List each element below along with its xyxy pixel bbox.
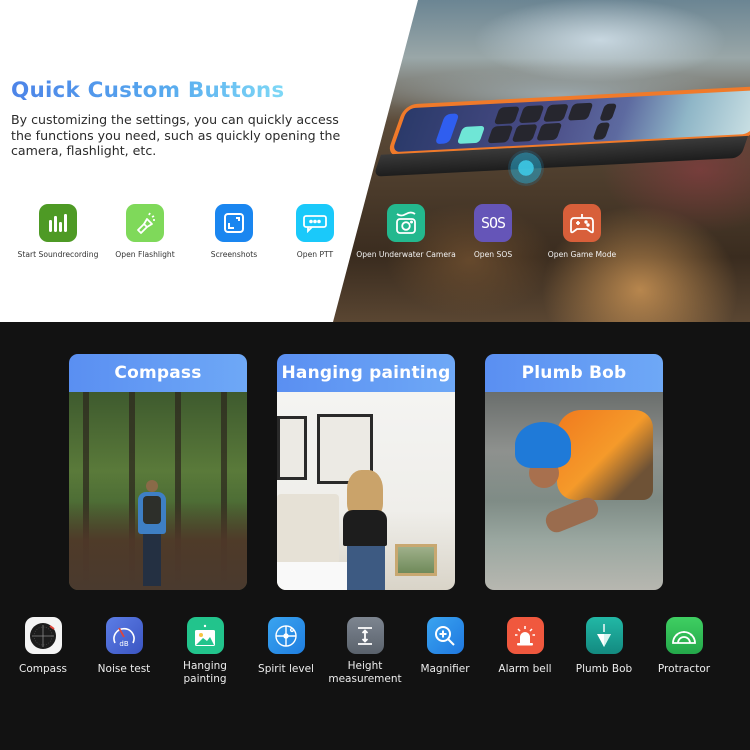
feature-card-compass: Compass: [69, 354, 247, 590]
tool-label: Alarm bell: [498, 663, 552, 675]
tool-noise-test[interactable]: dB Noise test: [79, 617, 169, 676]
gamepad-icon: [563, 204, 601, 242]
custom-button-highlight-icon: [508, 150, 544, 186]
tool-magnifier[interactable]: Magnifier: [400, 617, 490, 676]
control-tile: [542, 103, 570, 122]
tool-protractor[interactable]: Protractor: [639, 617, 729, 676]
sound-recording-icon: [39, 204, 77, 242]
quick-button-game-mode: Open Game Mode: [522, 204, 642, 259]
woman-figure-top: [343, 510, 387, 546]
tool-label: Compass: [18, 663, 68, 675]
flashlight-icon: [126, 204, 164, 242]
tool-label: Magnifier: [420, 663, 470, 675]
screenshot-icon: [215, 204, 253, 242]
control-tile: [536, 122, 563, 141]
quick-custom-buttons-section: Quick Custom Buttons By customizing the …: [0, 0, 750, 322]
sos-icon: SOS: [474, 204, 512, 242]
worker-safety-vest: [557, 410, 653, 500]
tool-label: Noise test: [97, 663, 151, 675]
control-tile: [592, 122, 611, 140]
feature-card-title: Hanging painting: [277, 354, 455, 392]
hiker-in-forest-photo: [69, 392, 247, 590]
hiker-figure: [136, 480, 166, 590]
woman-hanging-frames-photo: [277, 392, 455, 590]
construction-worker-photo: [485, 392, 663, 590]
control-tile: [567, 102, 594, 121]
quick-button-label: Open Game Mode: [547, 250, 617, 259]
plumb-bob-icon: [585, 617, 623, 654]
headboard: [277, 494, 339, 564]
control-tile: [599, 103, 618, 121]
tool-label: Protractor: [657, 663, 711, 675]
tool-label: Height measurement: [320, 660, 410, 686]
height-icon: [346, 617, 384, 654]
feature-card-title: Compass: [69, 354, 247, 392]
section-description: By customizing the settings, you can qui…: [11, 112, 341, 158]
tool-label: Plumb Bob: [575, 663, 633, 675]
decibel-meter-icon: dB: [105, 617, 143, 654]
tool-label-line: painting: [183, 673, 227, 685]
feature-card-title: Plumb Bob: [485, 354, 663, 392]
protractor-icon: [665, 617, 703, 654]
control-tile: [511, 124, 538, 143]
feature-card-hanging-painting: Hanging painting: [277, 354, 455, 590]
tool-label: Hanging painting: [160, 660, 250, 686]
tool-label-line: Height: [347, 660, 383, 672]
spirit-level-icon: [267, 617, 305, 654]
section-title: Quick Custom Buttons: [11, 78, 285, 103]
tool-label-line: Hanging: [183, 660, 227, 672]
feature-card-plumb-bob: Plumb Bob: [485, 354, 663, 590]
compass-icon: [24, 617, 62, 654]
tool-label-line: measurement: [328, 673, 402, 685]
tool-spirit-level[interactable]: Spirit level: [241, 617, 331, 676]
magnifier-icon: [426, 617, 464, 654]
wall-frame: [277, 416, 307, 480]
db-glyph: dB: [119, 640, 128, 648]
tool-height-measurement[interactable]: Height measurement: [320, 617, 410, 686]
underwater-camera-icon: [387, 204, 425, 242]
tool-hanging-painting[interactable]: Hanging painting: [160, 617, 250, 686]
brightness-slider-graphic: [434, 113, 460, 145]
tool-alarm-bell[interactable]: Alarm bell: [480, 617, 570, 676]
sos-glyph: SOS: [480, 214, 506, 232]
active-tile-graphic: [456, 125, 486, 144]
tool-compass[interactable]: Compass: [0, 617, 88, 676]
tool-plumb-bob[interactable]: Plumb Bob: [559, 617, 649, 676]
alarm-light-icon: [506, 617, 544, 654]
control-tile: [493, 106, 521, 125]
picture-icon: [186, 617, 224, 654]
woman-figure-jeans: [347, 546, 385, 590]
ptt-message-icon: [296, 204, 334, 242]
tool-label: Spirit level: [258, 663, 314, 675]
control-tile: [518, 105, 545, 124]
worker-hard-hat: [515, 422, 571, 468]
worker-arm: [542, 494, 602, 536]
control-tile: [487, 125, 514, 144]
small-landscape-painting: [395, 544, 437, 576]
